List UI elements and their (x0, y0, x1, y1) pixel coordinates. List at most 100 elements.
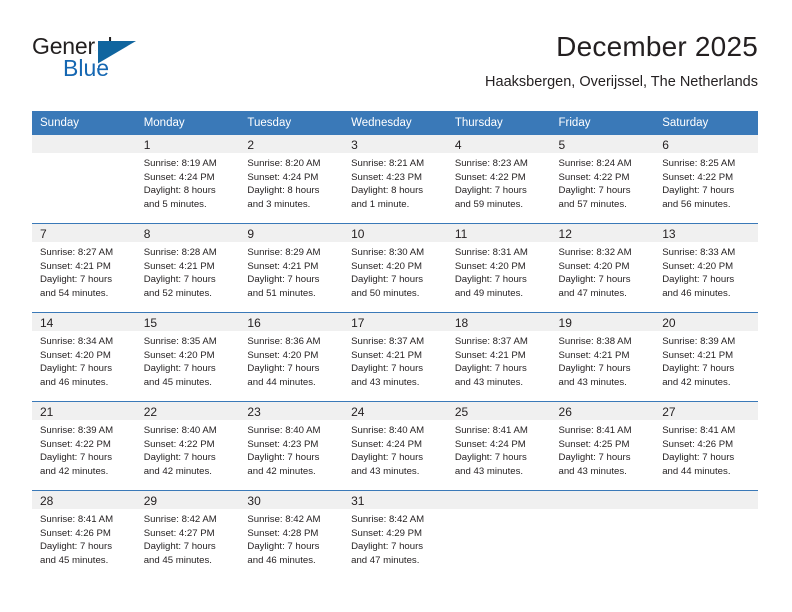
calendar-day-cell[interactable]: 14 Sunrise: 8:34 AM Sunset: 4:20 PM Dayligh… (32, 312, 136, 402)
day-sunrise-text: Sunrise: 8:40 AM (143, 425, 217, 436)
day-number (550, 491, 655, 509)
day-sunset-text: Sunset: 4:22 PM (454, 171, 526, 183)
day-sunrise-text: Sunrise: 8:41 AM (558, 425, 632, 436)
calendar-week-row: 21 Sunrise: 8:39 AM Sunset: 4:22 PM Dayligh… (32, 401, 758, 491)
calendar-day-cell[interactable]: 22 Sunrise: 8:40 AM Sunset: 4:22 PM Dayligh… (135, 401, 240, 491)
day-sunset-text: Sunset: 4:20 PM (143, 349, 215, 361)
calendar-day-cell[interactable]: 30 Sunrise: 8:42 AM Sunset: 4:28 PM Dayligh… (239, 490, 344, 579)
calendar-day-cell[interactable]: 24 Sunrise: 8:40 AM Sunset: 4:24 PM Dayligh… (343, 401, 447, 491)
day-daylight-l2-text: and 43 minutes. (351, 376, 420, 388)
day-details: Sunrise: 8:41 AM Sunset: 4:26 PM Daylight:… (654, 420, 758, 478)
calendar-day-cell[interactable]: 29 Sunrise: 8:42 AM Sunset: 4:27 PM Dayligh… (135, 490, 240, 579)
day-number: 18 (446, 313, 551, 331)
calendar-day-cell[interactable]: 21 Sunrise: 8:39 AM Sunset: 4:22 PM Dayligh… (32, 401, 136, 491)
day-daylight-l1-text: Daylight: 8 hours (247, 185, 320, 197)
calendar-day-cell[interactable]: 16 Sunrise: 8:36 AM Sunset: 4:20 PM Dayligh… (239, 312, 344, 402)
day-details: Sunrise: 8:27 AM Sunset: 4:21 PM Daylight:… (32, 242, 136, 300)
calendar-day-cell[interactable]: 19 Sunrise: 8:38 AM Sunset: 4:21 PM Dayligh… (550, 312, 655, 402)
calendar-day-cell[interactable]: 17 Sunrise: 8:37 AM Sunset: 4:21 PM Dayligh… (343, 312, 447, 402)
calendar-day-cell[interactable]: 12 Sunrise: 8:32 AM Sunset: 4:20 PM Dayligh… (550, 223, 655, 313)
day-sunrise-text: Sunrise: 8:28 AM (143, 247, 217, 258)
page-header: General Blue December 2025 Haaksbergen, … (0, 0, 792, 92)
day-daylight-l1-text: Daylight: 7 hours (662, 185, 735, 197)
day-daylight-l1-text: Daylight: 7 hours (662, 274, 735, 286)
day-sunset-text: Sunset: 4:24 PM (143, 171, 215, 183)
day-sunset-text: Sunset: 4:21 PM (143, 260, 215, 272)
day-daylight-l2-text: and 44 minutes. (247, 376, 316, 388)
day-number: 10 (343, 224, 447, 242)
weekday-header-sunday: Sunday (32, 111, 136, 135)
calendar-day-cell[interactable]: 11 Sunrise: 8:31 AM Sunset: 4:20 PM Dayligh… (446, 223, 551, 313)
day-number: 14 (32, 313, 136, 331)
calendar-day-cell[interactable]: 31 Sunrise: 8:42 AM Sunset: 4:29 PM Dayligh… (343, 490, 447, 579)
day-sunrise-text: Sunrise: 8:40 AM (351, 425, 425, 436)
day-sunrise-text: Sunrise: 8:20 AM (247, 158, 321, 169)
day-daylight-l1-text: Daylight: 7 hours (247, 274, 320, 286)
day-sunset-text: Sunset: 4:22 PM (40, 438, 111, 450)
day-number: 17 (343, 313, 447, 331)
day-daylight-l1-text: Daylight: 7 hours (558, 185, 631, 197)
day-daylight-l2-text: and 43 minutes. (454, 376, 524, 388)
calendar-day-cell[interactable]: 13 Sunrise: 8:33 AM Sunset: 4:20 PM Dayligh… (654, 223, 758, 313)
day-sunset-text: Sunset: 4:21 PM (454, 349, 526, 361)
day-number: 28 (32, 491, 136, 509)
calendar-day-cell[interactable]: 26 Sunrise: 8:41 AM Sunset: 4:25 PM Dayligh… (550, 401, 655, 491)
calendar-day-cell[interactable]: 6 Sunrise: 8:25 AM Sunset: 4:22 PM Daylight… (654, 135, 758, 224)
day-daylight-l1-text: Daylight: 7 hours (454, 452, 527, 464)
day-sunset-text: Sunset: 4:24 PM (247, 171, 319, 183)
calendar-day-cell[interactable]: 10 Sunrise: 8:30 AM Sunset: 4:20 PM Dayligh… (343, 223, 447, 313)
calendar-day-cell[interactable]: 7 Sunrise: 8:27 AM Sunset: 4:21 PM Daylight… (32, 223, 136, 313)
day-daylight-l2-text: and 46 minutes. (662, 287, 731, 299)
day-details: Sunrise: 8:23 AM Sunset: 4:22 PM Daylight:… (447, 153, 551, 211)
day-sunset-text: Sunset: 4:21 PM (558, 349, 630, 361)
day-number: 19 (550, 313, 655, 331)
day-sunset-text: Sunset: 4:21 PM (351, 349, 423, 361)
day-sunrise-text: Sunrise: 8:29 AM (247, 247, 321, 258)
day-sunrise-text: Sunrise: 8:35 AM (143, 336, 217, 347)
day-sunset-text: Sunset: 4:22 PM (662, 171, 734, 183)
calendar-day-cell[interactable]: 5 Sunrise: 8:24 AM Sunset: 4:22 PM Daylight… (550, 135, 655, 224)
day-number: 26 (550, 402, 655, 420)
day-sunrise-text: Sunrise: 8:25 AM (662, 158, 736, 169)
day-details: Sunrise: 8:36 AM Sunset: 4:20 PM Daylight:… (239, 331, 343, 389)
calendar-day-cell[interactable]: 4 Sunrise: 8:23 AM Sunset: 4:22 PM Daylight… (446, 135, 551, 224)
day-sunset-text: Sunset: 4:27 PM (143, 527, 215, 539)
calendar-day-cell[interactable]: 20 Sunrise: 8:39 AM Sunset: 4:21 PM Dayligh… (654, 312, 758, 402)
day-daylight-l2-text: and 42 minutes. (143, 465, 212, 477)
calendar-day-cell[interactable]: 27 Sunrise: 8:41 AM Sunset: 4:26 PM Dayligh… (654, 401, 758, 491)
day-daylight-l2-text: and 43 minutes. (454, 465, 524, 477)
day-number: 6 (654, 135, 758, 153)
calendar-day-cell[interactable]: 3 Sunrise: 8:21 AM Sunset: 4:23 PM Daylight… (343, 135, 447, 224)
day-sunrise-text: Sunrise: 8:37 AM (454, 336, 528, 347)
day-sunset-text: Sunset: 4:24 PM (454, 438, 526, 450)
calendar-day-cell[interactable]: 9 Sunrise: 8:29 AM Sunset: 4:21 PM Daylight… (239, 223, 344, 313)
day-sunrise-text: Sunrise: 8:24 AM (558, 158, 632, 169)
triangle-flag-icon (97, 41, 136, 64)
calendar-day-cell[interactable]: 15 Sunrise: 8:35 AM Sunset: 4:20 PM Dayligh… (135, 312, 240, 402)
day-daylight-l2-text: and 42 minutes. (40, 465, 109, 477)
day-details: Sunrise: 8:38 AM Sunset: 4:21 PM Daylight:… (551, 331, 655, 389)
day-daylight-l2-text: and 45 minutes. (40, 554, 109, 566)
day-details: Sunrise: 8:41 AM Sunset: 4:25 PM Daylight:… (551, 420, 655, 478)
day-daylight-l2-text: and 43 minutes. (558, 465, 627, 477)
calendar-day-cell[interactable]: 25 Sunrise: 8:41 AM Sunset: 4:24 PM Dayligh… (446, 401, 551, 491)
calendar-day-cell[interactable]: 1 Sunrise: 8:19 AM Sunset: 4:24 PM Daylight… (135, 135, 240, 224)
day-sunset-text: Sunset: 4:29 PM (351, 527, 423, 539)
calendar-day-cell-empty (446, 490, 551, 579)
day-sunset-text: Sunset: 4:20 PM (662, 260, 734, 272)
day-number: 7 (32, 224, 136, 242)
day-sunset-text: Sunset: 4:26 PM (662, 438, 734, 450)
day-daylight-l1-text: Daylight: 7 hours (454, 274, 527, 286)
day-daylight-l1-text: Daylight: 7 hours (558, 363, 631, 375)
calendar-day-cell[interactable]: 2 Sunrise: 8:20 AM Sunset: 4:24 PM Daylight… (239, 135, 344, 224)
day-daylight-l1-text: Daylight: 7 hours (40, 363, 112, 375)
calendar-day-cell[interactable]: 8 Sunrise: 8:28 AM Sunset: 4:21 PM Daylight… (135, 223, 240, 313)
day-daylight-l2-text: and 5 minutes. (143, 198, 207, 210)
calendar-day-cell[interactable]: 23 Sunrise: 8:40 AM Sunset: 4:23 PM Dayligh… (239, 401, 344, 491)
day-sunrise-text: Sunrise: 8:34 AM (40, 336, 114, 347)
calendar-day-cell[interactable]: 18 Sunrise: 8:37 AM Sunset: 4:21 PM Dayligh… (446, 312, 551, 402)
calendar-week-row: 28 Sunrise: 8:41 AM Sunset: 4:26 PM Dayligh… (32, 490, 758, 579)
calendar-day-cell[interactable]: 28 Sunrise: 8:41 AM Sunset: 4:26 PM Dayligh… (32, 490, 136, 579)
day-number: 29 (135, 491, 240, 509)
calendar-header-row: Sunday Monday Tuesday Wednesday Thursday Frid… (32, 111, 758, 135)
